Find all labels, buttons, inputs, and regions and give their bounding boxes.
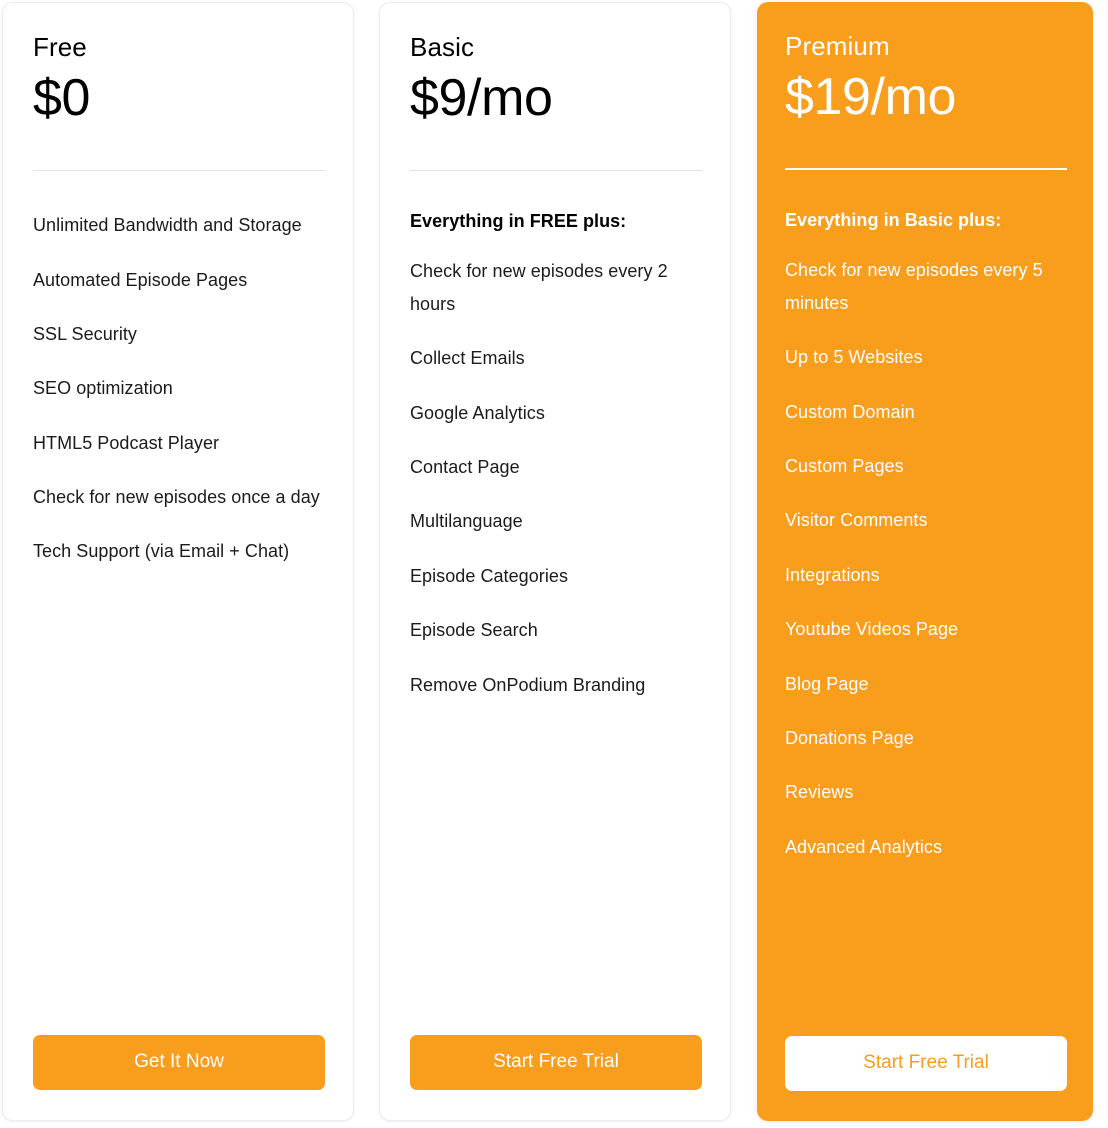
feature-item: Reviews (785, 782, 854, 803)
feature-item: Visitor Comments (785, 510, 928, 531)
feature-item: Check for new episodes every 5 minutes (785, 260, 1043, 313)
pricing-table: Free $0 Unlimited Bandwidth and Storage … (0, 0, 1108, 1128)
feature-item: Custom Pages (785, 455, 904, 476)
feature-item: SSL Security (33, 323, 137, 344)
feature-item: Advanced Analytics (785, 836, 942, 857)
feature-item: Remove OnPodium Branding (410, 674, 646, 695)
get-it-now-button[interactable]: Get It Now (33, 1035, 325, 1090)
feature-item: Unlimited Bandwidth and Storage (33, 215, 302, 236)
plan-name-basic: Basic (410, 32, 475, 62)
plan-price-free: $0 (33, 68, 91, 127)
feature-item: Tech Support (via Email + Chat) (33, 541, 290, 562)
feature-item: HTML5 Podcast Player (33, 432, 220, 453)
feature-item: Check for new episodes every 2 hours (410, 261, 668, 314)
feature-item: Automated Episode Pages (33, 269, 248, 290)
feature-item: Collect Emails (410, 348, 525, 369)
feature-item: Google Analytics (410, 402, 545, 423)
feature-list-premium: Everything in Basic plus: Check for new … (785, 170, 1067, 1036)
feature-item: Up to 5 Websites (785, 347, 923, 368)
plan-name-premium: Premium (785, 31, 890, 61)
plan-name-free: Free (33, 32, 87, 62)
feature-item: Integrations (785, 564, 880, 585)
plan-price-basic: $9/mo (410, 68, 553, 127)
feature-item: Multilanguage (410, 511, 523, 532)
start-free-trial-button-basic[interactable]: Start Free Trial (410, 1035, 702, 1090)
feature-list-heading: Everything in FREE plus: (410, 211, 627, 232)
feature-item: Youtube Videos Page (785, 619, 959, 640)
pricing-card-premium: Premium $19/mo Everything in Basic plus:… (757, 2, 1093, 1121)
feature-item: Blog Page (785, 673, 869, 694)
feature-item: Check for new episodes once a day (33, 487, 320, 508)
feature-list-basic: Everything in FREE plus: Check for new e… (410, 171, 702, 1035)
feature-list-free: Unlimited Bandwidth and Storage Automate… (33, 171, 325, 1035)
feature-list-heading: Everything in Basic plus: (785, 210, 1002, 231)
plan-price-premium: $19/mo (785, 67, 957, 126)
pricing-card-basic: Basic $9/mo Everything in FREE plus: Che… (379, 2, 731, 1121)
feature-item: Contact Page (410, 456, 520, 477)
start-free-trial-button-premium[interactable]: Start Free Trial (785, 1036, 1067, 1091)
feature-item: SEO optimization (33, 378, 173, 399)
feature-item: Episode Categories (410, 565, 568, 586)
feature-item: Custom Domain (785, 401, 915, 422)
feature-item: Episode Search (410, 620, 538, 641)
feature-item: Donations Page (785, 727, 914, 748)
pricing-card-free: Free $0 Unlimited Bandwidth and Storage … (2, 2, 354, 1121)
